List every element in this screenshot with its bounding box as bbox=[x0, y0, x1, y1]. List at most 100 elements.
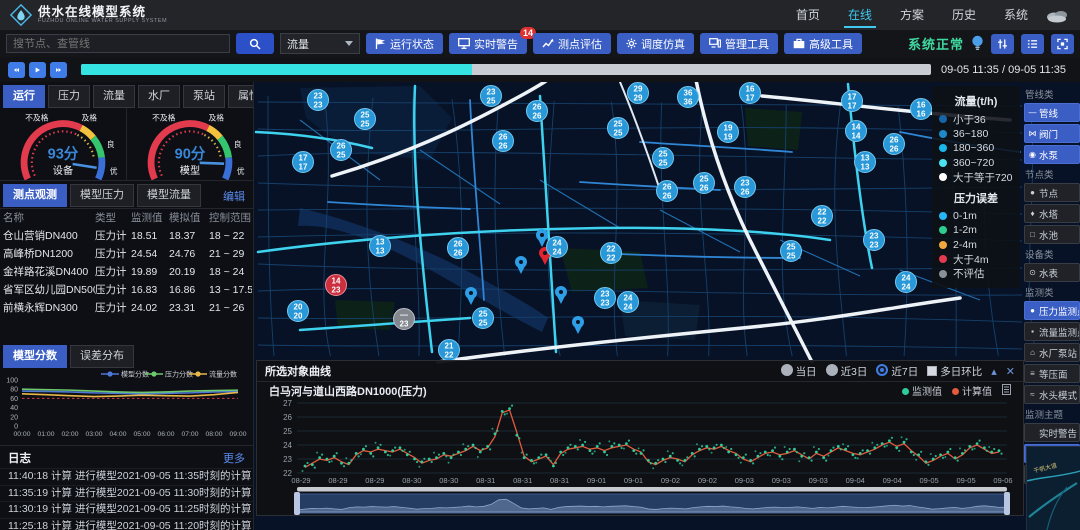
range-option-2[interactable]: 近7日 bbox=[876, 364, 918, 379]
map-marker[interactable]: 2525 bbox=[473, 308, 494, 329]
tune-button[interactable] bbox=[991, 34, 1014, 54]
map-marker[interactable]: 2626 bbox=[884, 134, 905, 155]
map-marker[interactable]: 2525 bbox=[355, 109, 376, 130]
map-marker[interactable]: 2929 bbox=[628, 83, 649, 104]
layer-item[interactable]: ♦水塔 bbox=[1024, 204, 1080, 223]
score-tab-0[interactable]: 模型分数 bbox=[3, 345, 67, 368]
search-button[interactable] bbox=[236, 33, 274, 54]
nav-item-3[interactable]: 历史 bbox=[952, 0, 976, 30]
map-marker[interactable]: 2323 bbox=[595, 288, 616, 309]
close-icon[interactable]: ✕ bbox=[1006, 365, 1015, 378]
layer-item[interactable]: ≈水头模式 bbox=[1024, 385, 1080, 404]
score-tab-1[interactable]: 误差分布 bbox=[70, 345, 134, 368]
layer-item[interactable]: □水池 bbox=[1024, 225, 1080, 244]
layer-item[interactable]: ▪流量监测点 bbox=[1024, 322, 1080, 341]
range-option-0[interactable]: 当日 bbox=[781, 364, 817, 379]
map-marker[interactable]: —23 bbox=[394, 309, 415, 330]
layer-item[interactable]: ◉水泵 bbox=[1024, 145, 1080, 164]
obs-tab-1[interactable]: 模型压力 bbox=[70, 184, 134, 207]
map-marker[interactable]: 2526 bbox=[694, 173, 715, 194]
search-type-select[interactable]: 流量 bbox=[280, 33, 360, 54]
nav-item-4[interactable]: 系统 bbox=[1004, 0, 1028, 30]
toolbar-button-3[interactable]: 调度仿真 bbox=[617, 33, 694, 54]
slider-handle-left[interactable] bbox=[294, 492, 300, 515]
toolbar-button-2[interactable]: 测点评估 bbox=[533, 33, 611, 54]
map-marker[interactable]: 1717 bbox=[842, 91, 863, 112]
map-marker[interactable]: 2326 bbox=[735, 177, 756, 198]
tab-0[interactable]: 运行 bbox=[3, 85, 45, 108]
map-marker[interactable]: 2525 bbox=[608, 118, 629, 139]
map-marker[interactable]: 2525 bbox=[781, 241, 802, 262]
table-row[interactable]: 高峰桥DN1200压力计24.5424.7621 ~ 29 bbox=[0, 245, 253, 263]
tab-2[interactable]: 流量 bbox=[93, 85, 135, 108]
data-zoom-slider[interactable] bbox=[294, 492, 1010, 515]
map-marker[interactable]: 2625 bbox=[331, 140, 352, 161]
map-marker[interactable]: 1616 bbox=[911, 99, 932, 120]
map-marker[interactable]: 2222 bbox=[812, 206, 833, 227]
log-entry[interactable]: 11:30:19 计算 进行模型2021-09-05 11:25时刻的计算 bbox=[0, 501, 253, 518]
fullscreen-button[interactable] bbox=[1051, 34, 1074, 54]
tab-4[interactable]: 泵站 bbox=[183, 85, 225, 108]
table-row[interactable]: 省军区幼儿园DN500压力计16.8316.8613 ~ 17.5 bbox=[0, 281, 253, 299]
layer-item[interactable]: ⌂水厂泵站 bbox=[1024, 343, 1080, 362]
map-marker[interactable]: 2020 bbox=[288, 301, 309, 322]
layer-item[interactable]: ●节点 bbox=[1024, 183, 1080, 202]
layer-item[interactable]: —管线 bbox=[1024, 103, 1080, 122]
range-option-1[interactable]: 近3日 bbox=[826, 364, 868, 379]
rewind-button[interactable] bbox=[8, 62, 25, 78]
map-marker[interactable]: 1919 bbox=[718, 122, 739, 143]
slider-handle-right[interactable] bbox=[1004, 492, 1010, 515]
map-marker[interactable]: 1617 bbox=[740, 83, 761, 104]
tab-5[interactable]: 属性 bbox=[228, 85, 254, 108]
map-marker[interactable]: 1423 bbox=[326, 275, 347, 296]
edit-link[interactable]: 编辑 bbox=[223, 188, 245, 204]
forward-button[interactable] bbox=[50, 62, 67, 78]
map-marker[interactable]: 2626 bbox=[657, 181, 678, 202]
map-marker[interactable]: 2424 bbox=[547, 237, 568, 258]
chart-scrollbar[interactable] bbox=[297, 487, 1007, 492]
bulb-icon[interactable] bbox=[971, 35, 984, 52]
map-marker[interactable]: 3636 bbox=[678, 87, 699, 108]
log-entry[interactable]: 11:40:18 计算 进行模型2021-09-05 11:35时刻的计算 bbox=[0, 468, 253, 485]
table-row[interactable]: 仓山营销DN400压力计18.5118.3718 ~ 22 bbox=[0, 227, 253, 245]
map-marker[interactable]: 2122 bbox=[439, 340, 460, 361]
nav-item-2[interactable]: 方案 bbox=[900, 0, 924, 30]
obs-tab-2[interactable]: 模型流量 bbox=[137, 184, 201, 207]
map-marker[interactable]: 2323 bbox=[864, 230, 885, 251]
toolbar-button-5[interactable]: 高级工具 bbox=[784, 33, 862, 54]
nav-item-1[interactable]: 在线 bbox=[848, 0, 872, 30]
map-marker[interactable]: 2626 bbox=[493, 131, 514, 152]
layer-item[interactable]: ●压力监测点 bbox=[1024, 301, 1080, 320]
toolbar-button-1[interactable]: 实时警告14 bbox=[449, 33, 527, 54]
table-row[interactable]: 金祥路花溪DN400压力计19.8920.1918 ~ 24 bbox=[0, 263, 253, 281]
list-button[interactable] bbox=[1021, 34, 1044, 54]
log-more-link[interactable]: 更多 bbox=[223, 450, 245, 466]
map-marker[interactable]: 1717 bbox=[293, 152, 314, 173]
tab-1[interactable]: 压力 bbox=[48, 85, 90, 108]
overview-minimap[interactable]: 千帆大道 bbox=[1026, 446, 1080, 530]
map-marker[interactable]: 1414 bbox=[846, 121, 867, 142]
toolbar-button-0[interactable]: 运行状态 bbox=[366, 33, 443, 54]
collapse-icon[interactable]: ▴ bbox=[991, 365, 997, 378]
layer-item[interactable]: ≡等压面 bbox=[1024, 364, 1080, 383]
table-row[interactable]: 前横永辉DN300压力计24.0223.3121 ~ 26 bbox=[0, 299, 253, 317]
nav-item-0[interactable]: 首页 bbox=[796, 0, 820, 30]
play-button[interactable] bbox=[29, 62, 46, 78]
layer-item[interactable]: ⋈阀门 bbox=[1024, 124, 1080, 143]
report-icon[interactable] bbox=[1002, 384, 1011, 398]
map-marker[interactable]: 1313 bbox=[855, 152, 876, 173]
time-progress-track[interactable] bbox=[81, 64, 931, 75]
search-input[interactable] bbox=[6, 34, 230, 53]
layer-item[interactable]: 实时警告 bbox=[1024, 423, 1080, 442]
layer-item[interactable]: ⊙水表 bbox=[1024, 263, 1080, 282]
log-entry[interactable]: 11:35:19 计算 进行模型2021-09-05 11:30时刻的计算 bbox=[0, 485, 253, 502]
map-marker[interactable]: 2626 bbox=[448, 238, 469, 259]
map-marker[interactable]: 2525 bbox=[653, 148, 674, 169]
map-marker[interactable]: 2222 bbox=[601, 243, 622, 264]
map-marker[interactable]: 1313 bbox=[370, 236, 391, 257]
compare-option[interactable]: 多日环比 bbox=[927, 364, 982, 379]
log-entry[interactable]: 11:25:18 计算 进行模型2021-09-05 11:20时刻的计算 bbox=[0, 518, 253, 530]
toolbar-button-4[interactable]: 管理工具 bbox=[700, 33, 778, 54]
map-marker[interactable]: 2424 bbox=[896, 272, 917, 293]
map-marker[interactable]: 2626 bbox=[527, 101, 548, 122]
